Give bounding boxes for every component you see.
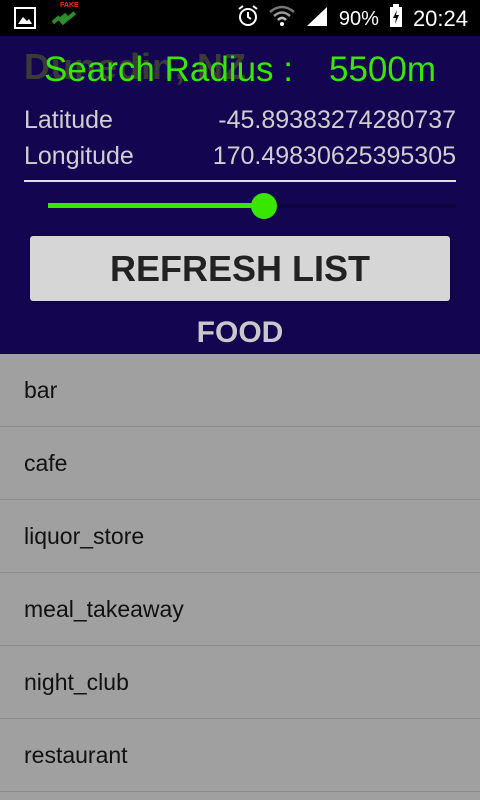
search-radius-value: 5500m	[329, 50, 437, 89]
list-item[interactable]: restaurant	[0, 719, 480, 792]
list-item[interactable]: cafe	[0, 427, 480, 500]
longitude-label: Longitude	[24, 142, 134, 170]
gallery-icon	[14, 7, 36, 34]
wifi-icon	[269, 5, 295, 33]
places-list: bar cafe liquor_store meal_takeaway nigh…	[0, 354, 480, 800]
alarm-icon	[237, 5, 259, 33]
fake-gps-icon: FAKE	[50, 2, 79, 36]
slider-thumb[interactable]	[251, 193, 277, 219]
list-item[interactable]: liquor_store	[0, 500, 480, 573]
location-header: Dunedin, NZ Search Radius :5500m Latitud…	[0, 36, 480, 354]
clock: 20:24	[412, 6, 468, 31]
longitude-value: 170.49830625395305	[212, 142, 456, 170]
longitude-row: Longitude 170.49830625395305	[24, 142, 456, 171]
battery-percent: 90%	[338, 7, 379, 30]
category-title: FOOD	[196, 316, 284, 349]
battery-charging-icon	[389, 4, 403, 34]
list-item[interactable]: meal_takeaway	[0, 573, 480, 646]
slider-fill	[48, 203, 264, 208]
status-bar: FAKE 90% 20:24	[0, 0, 480, 36]
refresh-list-button[interactable]: REFRESH LIST	[30, 236, 450, 301]
latitude-row: Latitude -45.89383274280737	[24, 106, 456, 135]
list-item[interactable]: bar	[0, 354, 480, 427]
radius-slider[interactable]	[48, 190, 456, 222]
latitude-value: -45.89383274280737	[218, 106, 456, 134]
search-radius-label: Search Radius :	[43, 50, 293, 89]
divider	[24, 180, 456, 182]
list-item[interactable]: night_club	[0, 646, 480, 719]
search-radius-display: Search Radius : 5500m	[0, 50, 480, 90]
latitude-label: Latitude	[24, 106, 113, 134]
fake-label: FAKE	[60, 2, 79, 9]
signal-icon	[305, 5, 329, 33]
